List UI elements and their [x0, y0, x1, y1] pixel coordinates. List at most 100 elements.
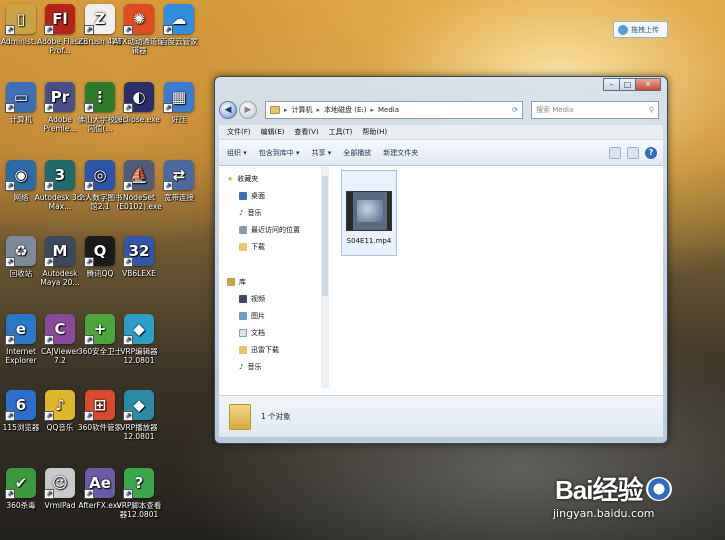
menu-help[interactable]: 帮助(H) — [362, 127, 387, 137]
recent-places-icon — [239, 225, 247, 234]
star-icon: ★ — [227, 174, 234, 183]
breadcrumb-media[interactable]: Media — [378, 106, 399, 114]
menu-view[interactable]: 查看(V) — [294, 127, 318, 137]
desktop-shortcut[interactable]: ? ↗ VRP脚本查看器12.0801 — [113, 468, 165, 519]
change-view-icon[interactable] — [609, 146, 621, 159]
nav-documents-label: 文档 — [251, 328, 265, 337]
forward-button[interactable]: ▶ — [239, 101, 257, 119]
breadcrumb-drive-e[interactable]: 本地磁盘 (E:) — [324, 105, 366, 115]
nav-pictures[interactable]: 图片 — [219, 307, 322, 324]
menu-edit[interactable]: 编辑(E) — [261, 127, 285, 137]
shortcut-arrow-icon: ↗ — [5, 257, 15, 267]
breadcrumb-computer[interactable]: 计算机 — [292, 105, 313, 115]
desktop-shortcut[interactable]: ◆ ↗ VRP播放器12.0801 — [113, 390, 165, 441]
library-icon — [227, 277, 235, 286]
search-input[interactable]: 搜索 Media ⚲ — [531, 101, 659, 119]
organize-button[interactable]: 组织 ▾ — [227, 148, 247, 158]
desktop-shortcut-label: VRP编辑器12.0801 — [120, 347, 158, 365]
nav-desktop[interactable]: 桌面 — [219, 187, 322, 204]
app-icon: ? ↗ — [123, 468, 154, 499]
app-icon: ◆ ↗ — [123, 314, 154, 345]
maximize-button[interactable]: □ — [619, 78, 636, 91]
desktop-shortcut[interactable]: ⇄ ↗ 宽带连接 — [153, 160, 205, 202]
refresh-icon[interactable]: ⟳ — [512, 106, 518, 114]
nav-music[interactable]: ♪ 音乐 — [219, 358, 322, 375]
nav-recent[interactable]: 最近访问的位置 — [219, 221, 322, 238]
app-icon: ▯ ↗ — [5, 4, 36, 35]
new-folder-button[interactable]: 新建文件夹 — [383, 148, 418, 158]
search-placeholder: 搜索 Media — [536, 106, 574, 114]
file-name: S04E11.mp4 — [346, 237, 392, 245]
preview-pane-icon[interactable] — [627, 146, 639, 159]
app-icon: Pr ↗ — [44, 82, 75, 113]
menu-tools[interactable]: 工具(T) — [329, 127, 353, 137]
picture-icon — [239, 311, 247, 320]
shortcut-arrow-icon: ↗ — [123, 489, 133, 499]
nav-documents[interactable]: 文档 — [219, 324, 322, 341]
thunder-folder-icon — [239, 345, 247, 354]
upload-button-label: 拖拽上传 — [631, 25, 659, 34]
desktop-shortcut[interactable]: 32 ↗ VB6LEXE — [113, 236, 165, 278]
video-thumbnail — [346, 191, 392, 231]
nav-favorites[interactable]: ★ 收藏夹 — [219, 170, 322, 187]
shortcut-arrow-icon: ↗ — [44, 335, 54, 345]
downloads-icon — [239, 242, 247, 251]
document-icon — [239, 328, 247, 337]
app-icon: ◉ ↗ — [5, 160, 36, 191]
shortcut-arrow-icon: ↗ — [123, 257, 133, 267]
back-button[interactable]: ◀ — [219, 101, 237, 119]
navigation-scrollbar[interactable] — [321, 166, 329, 388]
close-button[interactable]: ✕ — [635, 78, 661, 91]
shortcut-arrow-icon: ↗ — [84, 489, 94, 499]
nav-videos-label: 视频 — [251, 294, 265, 303]
app-icon: ⋮ ↗ — [84, 82, 115, 113]
desktop-shortcut[interactable]: ☁ ↗ 百度云管家 — [153, 4, 205, 46]
nav-music-label: 音乐 — [247, 362, 262, 371]
minimize-button[interactable]: – — [603, 78, 620, 91]
shortcut-arrow-icon: ↗ — [123, 103, 133, 113]
shortcut-arrow-icon: ↗ — [44, 103, 54, 113]
shortcut-arrow-icon: ↗ — [163, 181, 173, 191]
file-item[interactable]: S04E11.mp4 — [341, 170, 397, 256]
shortcut-arrow-icon: ↗ — [44, 181, 54, 191]
nav-thunder-downloads[interactable]: 迅雷下载 — [219, 341, 322, 358]
shortcut-arrow-icon: ↗ — [5, 489, 15, 499]
nav-music-fav[interactable]: ♪ 音乐 — [219, 204, 322, 221]
search-icon: ⚲ — [648, 106, 654, 114]
app-icon: ⇄ ↗ — [163, 160, 194, 191]
baidu-watermark: Bai经验 jingyan.baidu.com — [553, 470, 673, 520]
nav-desktop-label: 桌面 — [251, 191, 265, 200]
share-button[interactable]: 共享 ▾ — [312, 148, 332, 158]
app-icon: ▭ ↗ — [5, 82, 36, 113]
app-icon: ♻ ↗ — [5, 236, 36, 267]
shortcut-arrow-icon: ↗ — [84, 103, 94, 113]
app-icon: ◎ ↗ — [84, 160, 115, 191]
play-all-button[interactable]: 全部播放 — [343, 148, 371, 158]
shortcut-arrow-icon: ↗ — [44, 411, 54, 421]
nav-downloads[interactable]: 下载 — [219, 238, 322, 255]
content-area: ★ 收藏夹 桌面 ♪ 音乐 最近访问的位置 下载 库 视频 图片 文档 迅雷下载… — [219, 166, 663, 437]
app-icon: 32 ↗ — [123, 236, 154, 267]
desktop-shortcut-label: VB6LEXE — [122, 269, 156, 278]
item-count: 1 个对象 — [261, 412, 291, 421]
shortcut-arrow-icon: ↗ — [84, 25, 94, 35]
include-in-library-button[interactable]: 包含到库中 ▾ — [259, 148, 300, 158]
shortcut-arrow-icon: ↗ — [84, 257, 94, 267]
desktop-shortcut[interactable]: ◆ ↗ VRP编辑器12.0801 — [113, 314, 165, 365]
scrollbar-thumb[interactable] — [322, 176, 328, 296]
nav-videos[interactable]: 视频 — [219, 290, 322, 307]
view-controls: ? — [609, 146, 663, 159]
nav-recent-label: 最近访问的位置 — [251, 225, 300, 234]
desktop-shortcut-label: 宽带连接 — [164, 193, 194, 202]
folder-icon — [229, 403, 251, 430]
app-icon: 6 ↗ — [5, 390, 36, 421]
chevron-right-icon: ▸ — [370, 106, 375, 114]
app-icon: M ↗ — [44, 236, 75, 267]
desktop-shortcut[interactable]: ▦ ↗ 好压 — [153, 82, 205, 124]
drag-upload-button[interactable]: 拖拽上传 — [613, 21, 668, 38]
help-icon[interactable]: ? — [645, 146, 657, 159]
address-bar[interactable]: ▸ 计算机 ▸ 本地磁盘 (E:) ▸ Media ⟳ — [265, 101, 523, 119]
menu-file[interactable]: 文件(F) — [227, 127, 251, 137]
nav-libraries[interactable]: 库 — [219, 273, 322, 290]
shortcut-arrow-icon: ↗ — [5, 411, 15, 421]
